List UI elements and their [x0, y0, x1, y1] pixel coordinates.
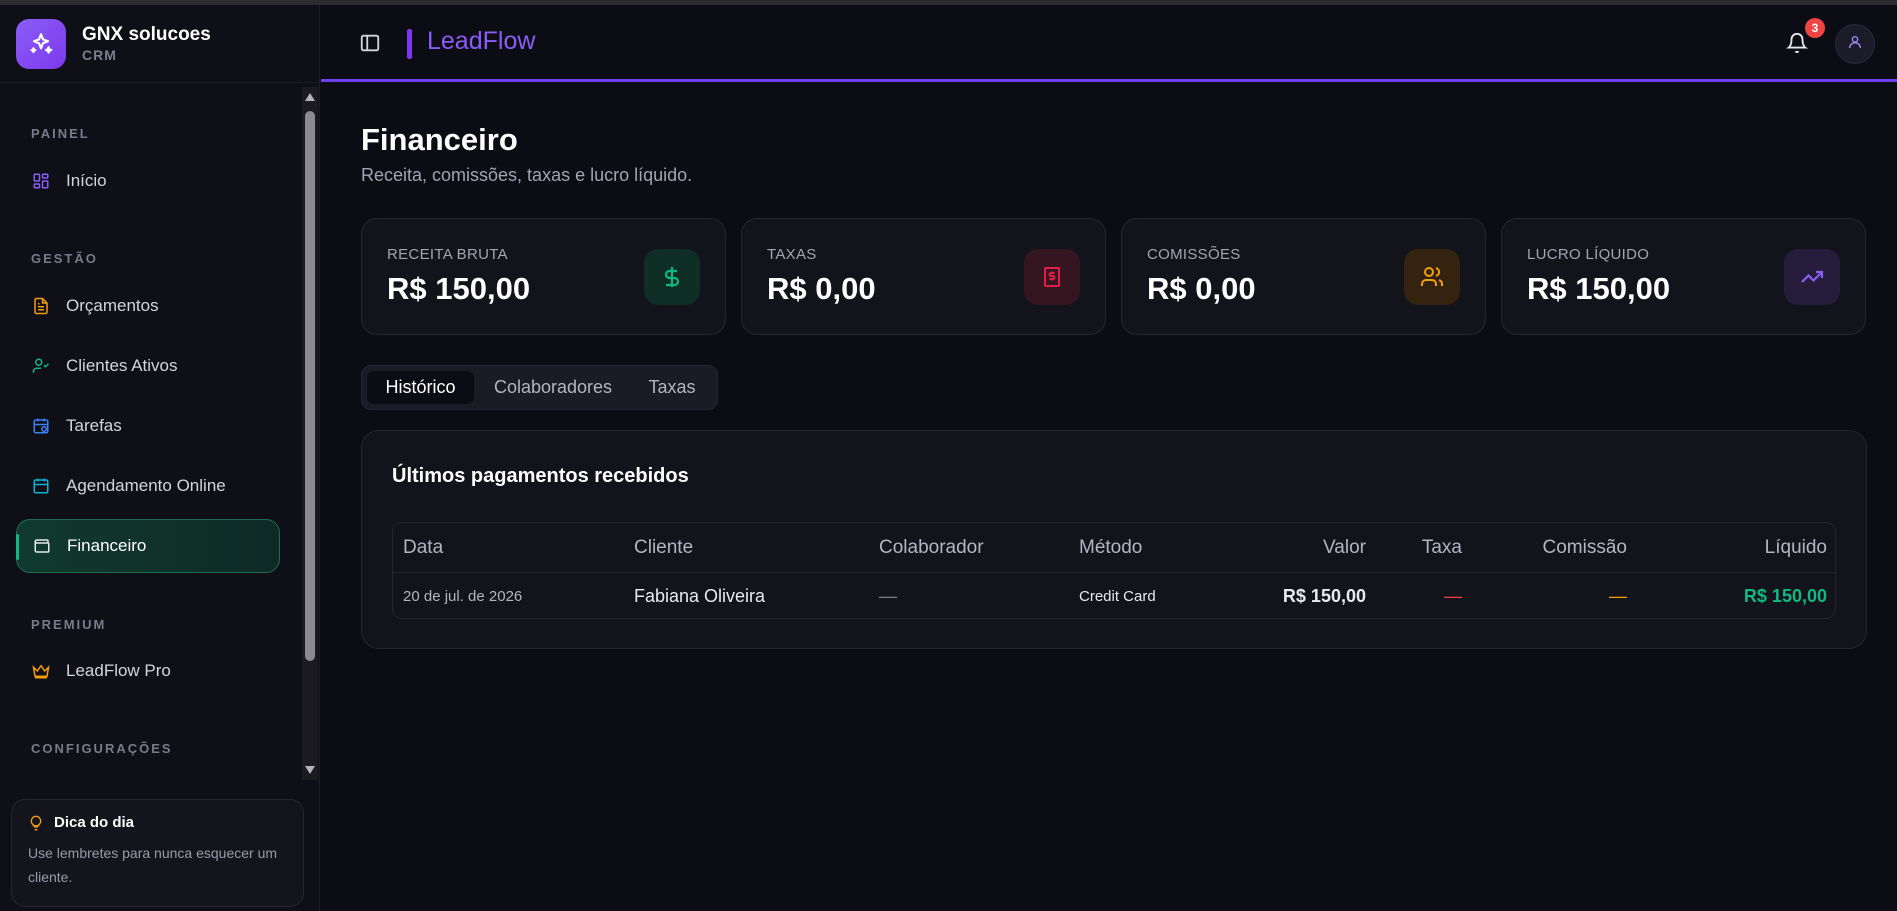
- cell-cliente: Fabiana Oliveira: [634, 585, 766, 606]
- column-header-colaborador[interactable]: Colaborador: [879, 523, 984, 572]
- cell-data: 20 de jul. de 2026: [403, 587, 523, 605]
- title-accent-bar: [407, 29, 412, 59]
- column-header-valor[interactable]: Valor: [1263, 523, 1366, 572]
- sidebar-item-label: Financeiro: [67, 536, 147, 555]
- stat-value: R$ 0,00: [767, 271, 876, 306]
- app-title: LeadFlow: [427, 27, 536, 55]
- sidebar-item-label: Orçamentos: [66, 296, 159, 315]
- stat-value: R$ 0,00: [1147, 271, 1256, 306]
- stat-card-receita-bruta: RECEITA BRUTA R$ 150,00: [361, 218, 726, 335]
- avatar[interactable]: [1835, 24, 1875, 64]
- tab-historico[interactable]: Histórico: [367, 371, 474, 404]
- top-bar: LeadFlow 3: [321, 5, 1897, 82]
- grid-icon: [30, 170, 52, 192]
- sidebar: GNX solucoes CRM PAINEL Início GESTÃO Or…: [0, 5, 320, 911]
- receipt-icon: [1024, 249, 1080, 305]
- tab-colaboradores[interactable]: Colaboradores: [482, 371, 624, 404]
- lightbulb-icon: [28, 815, 44, 831]
- sidebar-item-orcamentos[interactable]: Orçamentos: [16, 279, 280, 333]
- payments-panel: Últimos pagamentos recebidos Data Client…: [361, 430, 1867, 649]
- stat-card-taxas: TAXAS R$ 0,00: [741, 218, 1106, 335]
- sidebar-item-label: Agendamento Online: [66, 476, 226, 495]
- sidebar-item-financeiro[interactable]: Financeiro: [16, 519, 280, 573]
- stat-card-comissoes: COMISSÕES R$ 0,00: [1121, 218, 1486, 335]
- sidebar-item-label: LeadFlow Pro: [66, 661, 171, 680]
- sidebar-item-label: Tarefas: [66, 416, 122, 435]
- stat-value: R$ 150,00: [1527, 271, 1671, 306]
- calendar-icon: [30, 475, 52, 497]
- calendar-clock-icon: [30, 415, 52, 437]
- tip-body: Use lembretes para nunca esquecer um cli…: [28, 845, 278, 885]
- section-label-gestao: GESTÃO: [31, 251, 98, 266]
- notification-badge: 3: [1805, 18, 1825, 38]
- tip-card: Dica do dia Use lembretes para nunca esq…: [11, 799, 304, 907]
- sidebar-item-label: Clientes Ativos: [66, 356, 178, 375]
- cell-liquido: R$ 150,00: [1743, 585, 1827, 606]
- column-header-cliente[interactable]: Cliente: [634, 523, 693, 572]
- wallet-icon: [31, 535, 53, 557]
- column-header-data[interactable]: Data: [403, 523, 443, 572]
- stat-card-lucro-liquido: LUCRO LÍQUIDO R$ 150,00: [1501, 218, 1866, 335]
- cell-comissao: —: [1609, 585, 1627, 606]
- stat-label: TAXAS: [767, 246, 817, 263]
- column-header-comissao[interactable]: Comissão: [1493, 523, 1627, 572]
- sparkles-icon: [16, 19, 66, 69]
- payments-table: Data Cliente Colaborador Método Valor Ta…: [392, 522, 1836, 619]
- dollar-icon: [644, 249, 700, 305]
- stat-label: RECEITA BRUTA: [387, 246, 508, 263]
- sidebar-nav: PAINEL Início GESTÃO Orçamentos Clientes…: [16, 83, 282, 783]
- user-icon: [1847, 34, 1863, 55]
- brand-name: GNX solucoes: [82, 24, 211, 45]
- brand[interactable]: GNX solucoes CRM: [16, 19, 211, 69]
- sidebar-item-label: Início: [66, 171, 107, 190]
- sidebar-item-tarefas[interactable]: Tarefas: [16, 399, 280, 453]
- stat-label: LUCRO LÍQUIDO: [1527, 246, 1650, 263]
- page-title: Financeiro: [361, 122, 518, 157]
- file-text-icon: [30, 295, 52, 317]
- users-icon: [1404, 249, 1460, 305]
- cell-taxa: —: [1444, 585, 1462, 606]
- stat-label: COMISSÕES: [1147, 246, 1241, 263]
- page-subtitle: Receita, comissões, taxas e lucro líquid…: [361, 165, 693, 185]
- sidebar-item-inicio[interactable]: Início: [16, 154, 280, 208]
- scrollbar-thumb[interactable]: [305, 111, 315, 661]
- trending-up-icon: [1784, 249, 1840, 305]
- scroll-up-arrow-icon[interactable]: [305, 93, 315, 101]
- bell-icon[interactable]: [1785, 32, 1809, 54]
- column-header-liquido[interactable]: Líquido: [1693, 523, 1827, 572]
- sidebar-scrollbar[interactable]: [302, 87, 318, 780]
- tip-title: Dica do dia: [54, 814, 135, 831]
- tab-taxas[interactable]: Taxas: [632, 371, 712, 404]
- stat-value: R$ 150,00: [387, 271, 531, 306]
- column-header-taxa[interactable]: Taxa: [1383, 523, 1462, 572]
- tab-bar: Histórico Colaboradores Taxas: [361, 365, 718, 410]
- scroll-down-arrow-icon[interactable]: [305, 766, 315, 774]
- cell-metodo: Credit Card: [1079, 587, 1156, 605]
- column-header-metodo[interactable]: Método: [1079, 523, 1142, 572]
- sidebar-item-leadflow-pro[interactable]: LeadFlow Pro: [16, 644, 280, 698]
- sidebar-toggle-icon[interactable]: [359, 32, 381, 54]
- cell-colaborador: —: [879, 585, 897, 606]
- section-label-configuracoes: CONFIGURAÇÕES: [31, 741, 173, 756]
- crown-icon: [30, 660, 52, 682]
- table-header: Data Cliente Colaborador Método Valor Ta…: [393, 523, 1835, 573]
- table-row[interactable]: 20 de jul. de 2026 Fabiana Oliveira — Cr…: [393, 573, 1835, 618]
- brand-subtitle: CRM: [82, 47, 117, 63]
- user-check-icon: [30, 355, 52, 377]
- sidebar-item-agendamento-online[interactable]: Agendamento Online: [16, 459, 280, 513]
- panel-title: Últimos pagamentos recebidos: [392, 465, 689, 487]
- section-label-premium: PREMIUM: [31, 617, 107, 632]
- section-label-painel: PAINEL: [31, 126, 90, 141]
- sidebar-item-clientes-ativos[interactable]: Clientes Ativos: [16, 339, 280, 393]
- cell-valor: R$ 150,00: [1282, 585, 1366, 606]
